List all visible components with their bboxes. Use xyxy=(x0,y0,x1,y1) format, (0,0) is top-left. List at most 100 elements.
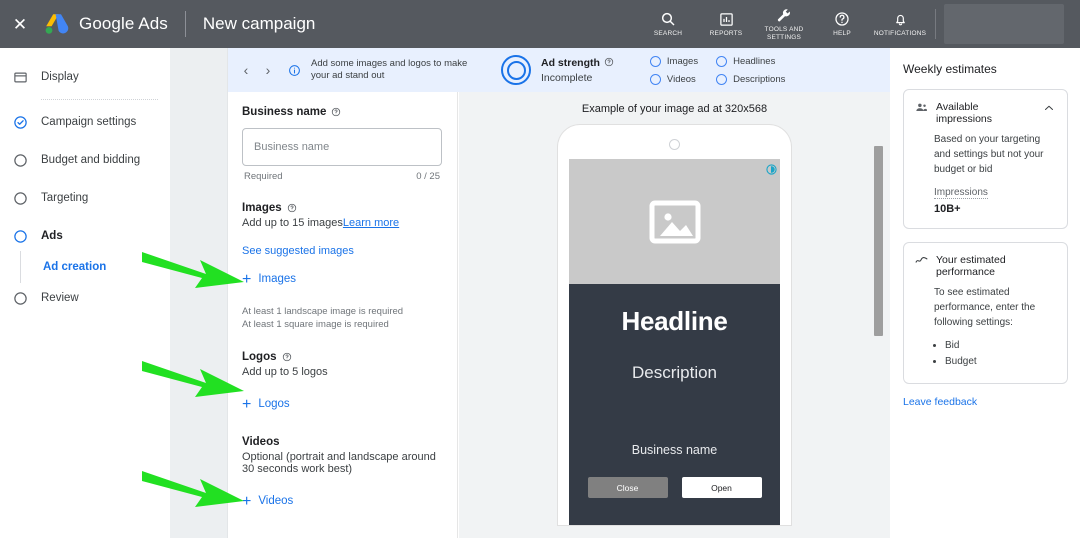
ad-strength-checklist: Images Videos Headlines Descriptions xyxy=(650,56,785,85)
preview-scrollbar-track[interactable] xyxy=(877,92,886,538)
ad-strength-title: Ad strength xyxy=(541,57,600,69)
add-images-button[interactable]: + Images xyxy=(242,273,442,285)
images-requirement-square: At least 1 square image is required xyxy=(242,318,442,331)
info-icon[interactable] xyxy=(288,64,301,77)
videos-subtitle: Optional (portrait and landscape around … xyxy=(242,451,442,475)
business-name-input[interactable]: Business name xyxy=(242,128,442,166)
sidebar-item-budget-and-bidding[interactable]: Budget and bidding xyxy=(0,145,170,175)
sidebar-item-campaign-settings[interactable]: Campaign settings xyxy=(0,107,170,137)
toolbar-notifications-button[interactable]: NOTIFICATIONS xyxy=(871,11,929,38)
images-subtitle: Add up to 15 images xyxy=(242,217,343,229)
images-section-title: Images xyxy=(242,202,442,214)
logos-help-icon[interactable] xyxy=(282,352,292,362)
prev-ad-button[interactable]: ‹ xyxy=(240,62,252,78)
bullet-budget: Budget xyxy=(945,354,1055,370)
top-app-bar: ✕ Google Ads New campaign SEARCH xyxy=(0,0,1080,48)
toolbar-help-label: HELP xyxy=(833,30,851,38)
sidebar-item-ads[interactable]: Ads xyxy=(0,221,170,251)
add-videos-button[interactable]: + Videos xyxy=(242,495,442,507)
google-ads-mark-icon xyxy=(44,12,70,36)
sidebar-subitem-ad-creation[interactable]: Ad creation xyxy=(0,251,170,283)
ad-preview-panel: Example of your image ad at 320x568 xyxy=(459,92,890,538)
toolbar-search-button[interactable]: SEARCH xyxy=(639,11,697,38)
impressions-metric-label: Impressions xyxy=(934,187,988,199)
check-circle-icon xyxy=(12,114,29,131)
logos-section-title: Logos xyxy=(242,351,442,363)
help-icon xyxy=(834,11,850,28)
audience-icon xyxy=(915,101,928,119)
sidebar-item-targeting[interactable]: Targeting xyxy=(0,183,170,213)
next-ad-button[interactable]: › xyxy=(262,62,274,78)
images-learn-more-link[interactable]: Learn more xyxy=(343,217,399,229)
chevron-up-icon[interactable] xyxy=(1043,101,1055,113)
estimated-performance-body: To see estimated performance, enter the … xyxy=(934,285,1055,330)
campaign-title: New campaign xyxy=(203,14,315,34)
sidebar-item-review[interactable]: Review xyxy=(0,283,170,313)
sidebar-label-campaign-settings: Campaign settings xyxy=(41,116,136,128)
plus-icon: + xyxy=(242,496,251,507)
toolbar-tools-button[interactable]: TOOLS AND SETTINGS xyxy=(755,7,813,41)
logos-subtitle: Add up to 5 logos xyxy=(242,366,442,378)
business-name-section-title: Business name xyxy=(242,106,442,118)
trend-line-icon xyxy=(915,254,928,272)
weekly-estimates-panel: Weekly estimates Available impressions B… xyxy=(891,48,1080,538)
ad-open-button[interactable]: Open xyxy=(682,477,762,498)
close-button[interactable]: ✕ xyxy=(0,0,40,48)
toolbar-divider xyxy=(935,9,936,39)
toolbar-help-button[interactable]: HELP xyxy=(813,11,871,38)
sidebar-label-review: Review xyxy=(41,292,79,304)
available-impressions-card: Available impressions Based on your targ… xyxy=(903,89,1068,229)
checklist-item-images: Images xyxy=(650,56,698,67)
ad-image-placeholder xyxy=(569,159,780,284)
circle-icon xyxy=(12,228,29,245)
plus-icon: + xyxy=(242,399,251,410)
sidebar-label-ads: Ads xyxy=(41,230,63,242)
phone-camera-dot xyxy=(669,139,680,150)
leave-feedback-link[interactable]: Leave feedback xyxy=(903,396,1068,408)
circle-icon xyxy=(12,152,29,169)
business-name-placeholder: Business name xyxy=(254,141,329,153)
checklist-item-headlines: Headlines xyxy=(716,56,785,67)
see-suggested-images-link[interactable]: See suggested images xyxy=(242,245,442,257)
add-logos-button[interactable]: + Logos xyxy=(242,398,442,410)
plus-icon: + xyxy=(242,274,251,285)
brand-divider xyxy=(185,11,186,37)
toolbar-reports-button[interactable]: REPORTS xyxy=(697,11,755,38)
images-requirement-landscape: At least 1 landscape image is required xyxy=(242,305,442,318)
add-logos-label: Logos xyxy=(258,398,289,410)
top-toolbar: SEARCH REPORTS TOOLS AND SETTINGS xyxy=(639,0,1080,48)
images-subtitle-row: Add up to 15 imagesLearn more xyxy=(242,217,442,229)
preview-scrollbar-thumb[interactable] xyxy=(874,146,883,336)
sidebar-label-targeting: Targeting xyxy=(41,192,88,204)
ad-description: Description xyxy=(632,363,717,383)
checklist-item-descriptions: Descriptions xyxy=(716,74,785,85)
ad-strength-title-row: Ad strength xyxy=(541,57,614,70)
checklist-item-videos: Videos xyxy=(650,74,698,85)
checklist-label-headlines: Headlines xyxy=(733,56,775,67)
toolbar-reports-label: REPORTS xyxy=(710,30,743,38)
campaign-steps-sidebar: Display Campaign settings Budget and bid… xyxy=(0,48,170,538)
circle-icon xyxy=(12,290,29,307)
tools-icon xyxy=(776,7,792,24)
estimated-performance-title: Your estimated performance xyxy=(936,254,1055,278)
account-selector[interactable] xyxy=(944,4,1064,44)
display-icon xyxy=(12,69,29,86)
business-name-required-label: Required xyxy=(244,171,283,182)
images-help-icon[interactable] xyxy=(287,203,297,213)
unchecked-circle-icon xyxy=(650,56,661,67)
sidebar-item-display[interactable]: Display xyxy=(0,62,170,92)
ad-strength-help-icon[interactable] xyxy=(604,57,614,70)
sidebar-label-ad-creation: Ad creation xyxy=(43,251,106,283)
available-impressions-body: Based on your targeting and settings but… xyxy=(934,132,1055,177)
checklist-label-descriptions: Descriptions xyxy=(733,74,785,85)
ad-close-button[interactable]: Close xyxy=(588,477,668,498)
phone-mockup: Headline Description Business name Close… xyxy=(558,125,791,525)
ad-choices-icon[interactable] xyxy=(766,162,777,173)
image-placeholder-icon xyxy=(649,200,701,244)
preview-caption: Example of your image ad at 320x568 xyxy=(582,103,767,115)
search-icon xyxy=(660,11,676,28)
logos-label: Logos xyxy=(242,351,277,363)
business-name-help-icon[interactable] xyxy=(331,107,341,117)
add-images-label: Images xyxy=(258,273,296,285)
ad-creation-content: ‹ › Add some images and logos to make yo… xyxy=(228,48,890,538)
